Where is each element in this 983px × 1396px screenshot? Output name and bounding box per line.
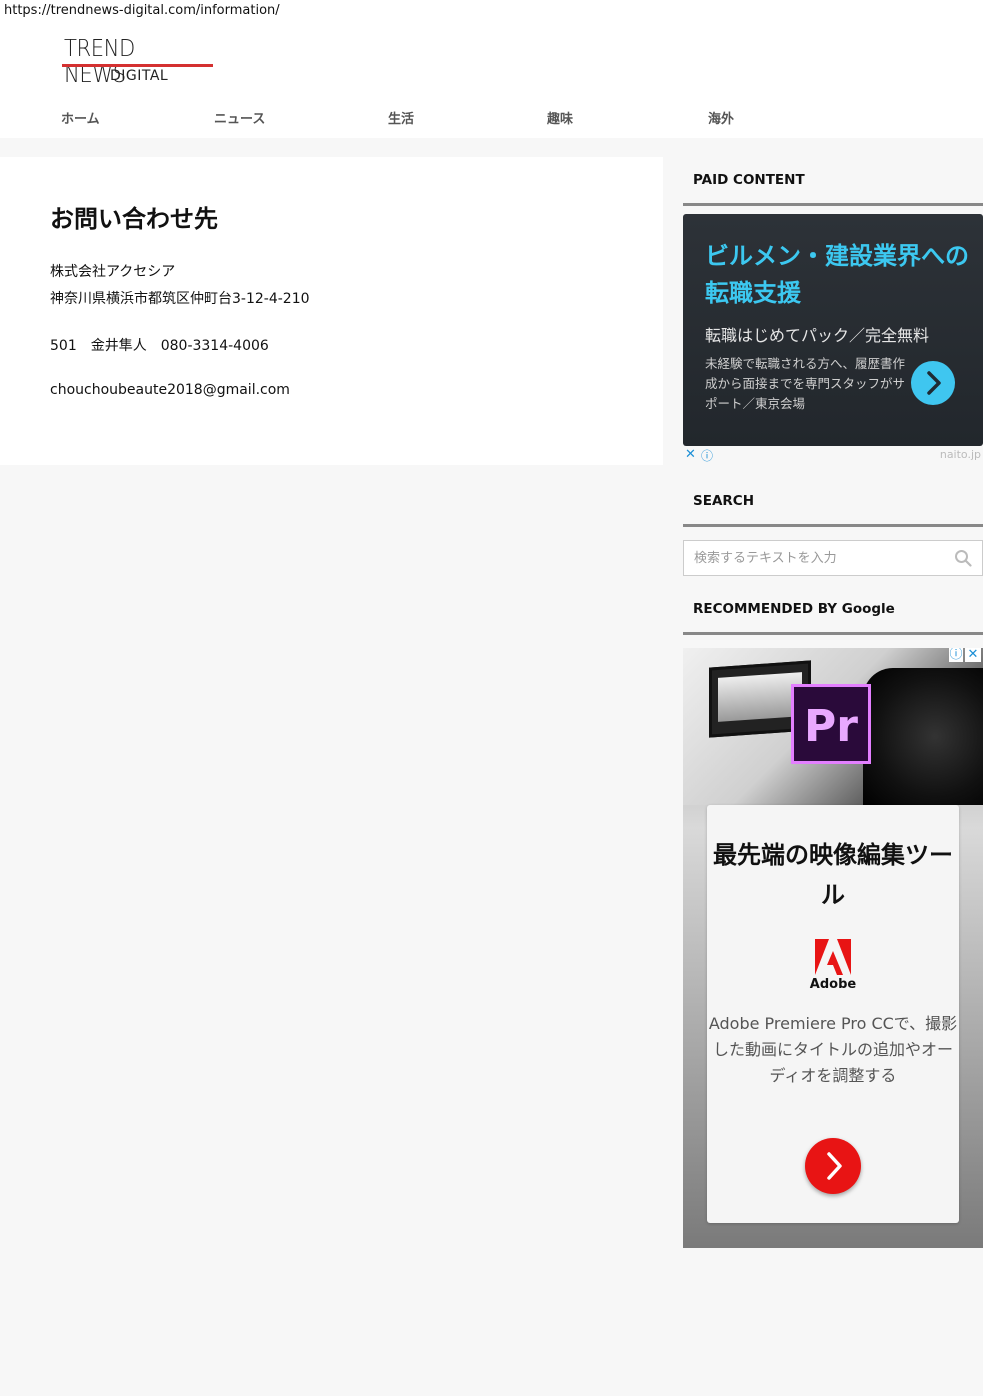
ad-body-text: 未経験で転職される方へ、履歴書作成から面接までを専門スタッフがサポート／東京会場	[705, 356, 906, 411]
adobe-logo-icon	[815, 939, 851, 975]
recommended-title: RECOMMENDED BY Google	[693, 601, 895, 617]
ad-body-text: Adobe Premiere Pro CCで、撮影した動画にタイトルの追加やオー…	[708, 1014, 958, 1085]
info-icon[interactable]: ⓘ	[949, 648, 963, 662]
main-content: お問い合わせ先 株式会社アクセシア 神奈川県横浜市都筑区仲町台3-12-4-21…	[0, 157, 663, 465]
chevron-right-icon-graphic	[827, 1152, 842, 1180]
paid-content-title: PAID CONTENT	[693, 172, 805, 188]
widget-divider	[683, 203, 983, 206]
contact-email[interactable]: chouchoubeaute2018@gmail.com	[50, 382, 290, 398]
search-title: SEARCH	[693, 493, 754, 509]
search-form	[683, 540, 983, 576]
email-link[interactable]: chouchoubeaute2018@gmail.com	[50, 382, 290, 398]
url-label: https://trendnews-digital.com/informatio…	[0, 0, 280, 22]
premiere-pro-icon: Pr	[791, 684, 871, 764]
site-logo[interactable]: TREND NEWS DIGITAL	[62, 36, 214, 88]
nav-item-life[interactable]: 生活	[388, 108, 414, 127]
nav-item-overseas[interactable]: 海外	[708, 108, 734, 127]
company-address: 神奈川県横浜市都筑区仲町台3-12-4-210	[50, 291, 310, 307]
chevron-right-icon-graphic	[927, 371, 941, 395]
adobe-brand-label: Adobe	[809, 977, 857, 992]
ad-brand-label[interactable]: naito.jp	[940, 448, 981, 461]
close-icon[interactable]: ✕	[685, 447, 696, 462]
chevron-right-icon[interactable]	[911, 361, 955, 405]
nav-item-home[interactable]: ホーム	[61, 108, 100, 127]
nav-item-hobby[interactable]: 趣味	[547, 108, 573, 127]
logo-underline	[62, 64, 213, 67]
widget-divider	[683, 632, 983, 635]
logo-subtitle: DIGITAL	[110, 68, 169, 84]
nav-item-news[interactable]: ニュース	[214, 108, 265, 127]
page-title: お問い合わせ先	[50, 205, 218, 233]
company-name: 株式会社アクセシア	[50, 264, 176, 280]
chevron-right-icon[interactable]	[805, 1138, 861, 1194]
job-ad-banner[interactable]: ビルメン・建設業界への転職支援 転職はじめてパック／完全無料 未経験で転職される…	[683, 214, 983, 446]
ad-card: 最先端の映像編集ツール Adobe Adobe Premiere Pro CCで…	[707, 805, 959, 1223]
close-icon[interactable]: ✕	[965, 648, 981, 662]
ad-subheadline: 転職はじめてパック／完全無料	[705, 326, 930, 345]
contact-line: 501 金井隼人 080-3314-4006	[50, 338, 269, 354]
info-icon[interactable]: ⓘ	[701, 447, 713, 464]
camera-photo: Pr	[683, 648, 983, 805]
search-input[interactable]	[684, 541, 949, 575]
ad-headline: ビルメン・建設業界への転職支援	[705, 242, 969, 307]
ad-headline: 最先端の映像編集ツール	[713, 841, 953, 909]
camera-body-image	[863, 668, 983, 805]
widget-divider	[683, 524, 983, 527]
search-icon[interactable]	[954, 549, 972, 567]
ad-footer: ✕ ⓘ naito.jp	[683, 447, 983, 463]
adobe-ad-banner[interactable]: Pr ⓘ ✕ 最先端の映像編集ツール Adobe Adobe Premiere …	[683, 648, 983, 1248]
